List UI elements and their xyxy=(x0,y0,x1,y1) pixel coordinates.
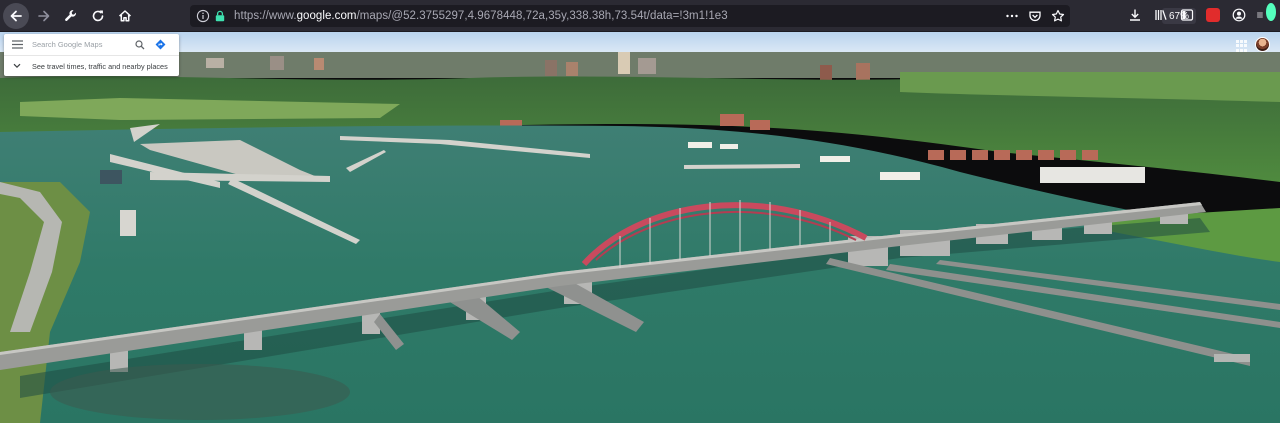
apps-grid-icon[interactable] xyxy=(1236,40,1248,52)
chevron-down-icon[interactable] xyxy=(10,59,24,73)
home-icon[interactable] xyxy=(113,4,137,28)
avatar[interactable] xyxy=(1255,37,1270,52)
account-icon[interactable] xyxy=(1230,6,1248,24)
lock-icon[interactable] xyxy=(214,10,226,22)
back-arrow-icon[interactable] xyxy=(3,2,29,29)
browser-toolbar: https://www.google.com/maps/@52.3755297,… xyxy=(0,0,1280,32)
more-dots-icon[interactable] xyxy=(1004,8,1020,24)
maps-search-box: See travel times, traffic and nearby pla… xyxy=(4,34,179,76)
extension-icon[interactable] xyxy=(1204,6,1222,24)
pocket-icon[interactable] xyxy=(1027,8,1043,24)
travel-times-text[interactable]: See travel times, traffic and nearby pla… xyxy=(32,62,168,71)
extension-badge xyxy=(1206,8,1220,22)
map-viewport[interactable]: See travel times, traffic and nearby pla… xyxy=(0,32,1280,423)
hamburger-menu-icon[interactable] xyxy=(1256,3,1276,24)
sidebar-icon[interactable] xyxy=(1178,6,1196,24)
directions-icon[interactable] xyxy=(152,37,168,53)
white-warehouse xyxy=(1040,167,1145,183)
maps-menu-icon[interactable] xyxy=(8,36,26,54)
lock-gate xyxy=(1214,354,1250,362)
library-icon[interactable] xyxy=(1152,6,1170,24)
travel-row[interactable]: See travel times, traffic and nearby pla… xyxy=(4,56,179,76)
shallow-patch xyxy=(50,364,350,420)
search-icon[interactable] xyxy=(132,37,148,53)
url-bar[interactable]: https://www.google.com/maps/@52.3755297,… xyxy=(190,5,1197,27)
wrench-icon[interactable] xyxy=(59,4,83,28)
url-prefix: https://www. xyxy=(234,10,297,22)
url-actions xyxy=(1004,8,1066,24)
url-text: https://www.google.com/maps/@52.3755297,… xyxy=(234,10,728,22)
url-path: /maps/@52.3755297,4.9678448,72a,35y,338.… xyxy=(356,10,728,22)
toolbar-right xyxy=(1126,3,1276,24)
search-input[interactable] xyxy=(32,40,130,49)
star-icon[interactable] xyxy=(1050,8,1066,24)
reload-icon[interactable] xyxy=(86,4,110,28)
update-dot xyxy=(1265,3,1276,21)
download-icon[interactable] xyxy=(1126,6,1144,24)
forward-arrow-icon[interactable] xyxy=(32,4,56,28)
info-icon[interactable] xyxy=(196,9,210,23)
search-row xyxy=(4,34,179,56)
satellite-3d-scene[interactable] xyxy=(0,32,1280,423)
url-host: google.com xyxy=(296,10,357,22)
